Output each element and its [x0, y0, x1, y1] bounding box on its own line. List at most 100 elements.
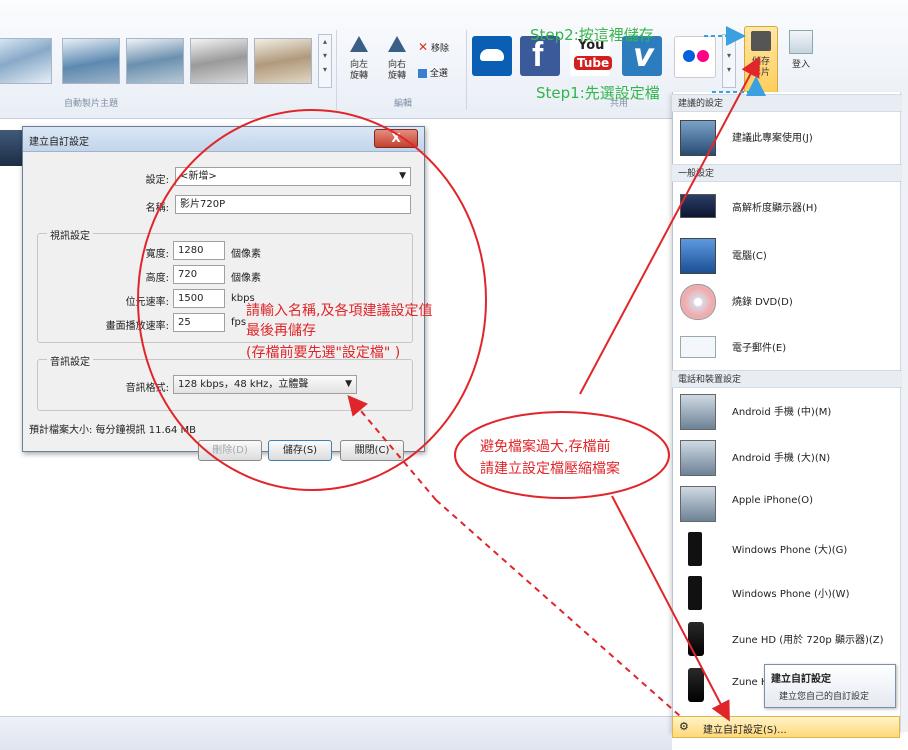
fps-unit: fps: [231, 317, 247, 328]
rotate-left-button[interactable]: 向左 旋轉: [344, 36, 374, 92]
annotation-step1: Step1:先選設定檔: [536, 84, 660, 102]
film-icon: [680, 120, 716, 156]
menu-header-devices: 電話和裝置設定: [672, 370, 902, 388]
user-icon: [789, 30, 813, 54]
tooltip-title: 建立自訂設定: [771, 674, 831, 685]
theme-thumbnail[interactable]: [62, 38, 120, 84]
remove-button[interactable]: ✕ 移除: [418, 40, 464, 54]
delete-button[interactable]: 刪除(D): [198, 440, 262, 461]
tooltip-description: 建立您自己的自訂設定: [779, 692, 870, 702]
menu-item-label: 建議此專案使用(J): [732, 133, 813, 144]
menu-item-label: 電腦(C): [732, 251, 767, 262]
close-icon[interactable]: X: [374, 129, 418, 148]
rotate-left-label: 向左 旋轉: [349, 60, 368, 81]
theme-thumbnail[interactable]: [0, 38, 52, 84]
menu-item-label: Windows Phone (大)(G): [732, 545, 848, 556]
theme-thumbnail[interactable]: [254, 38, 312, 84]
width-unit: 個像素: [231, 249, 261, 260]
menu-item-label: Apple iPhone(O): [732, 495, 814, 506]
youtube-icon-bottom: Tube: [574, 56, 613, 70]
flickr-button[interactable]: [674, 36, 716, 78]
setting-value: <新增>: [180, 171, 217, 182]
gallery-scroll[interactable]: ▴ ▾ ▾: [318, 34, 332, 88]
menu-item-label: Zune HD (用於 720p 顯示器)(Z): [732, 635, 884, 646]
menu-item-label: 電子郵件(E): [732, 343, 787, 354]
windows-phone-icon: [688, 576, 702, 610]
menu-item-burn-dvd[interactable]: 燒錄 DVD(D): [680, 280, 900, 322]
gear-icon: ⚙: [679, 720, 689, 733]
menu-header-recommended: 建議的設定: [672, 94, 902, 112]
setting-label: 設定:: [145, 175, 169, 186]
phone-camera-icon: [680, 486, 716, 522]
dialog-title: 建立自訂設定: [29, 137, 89, 148]
storyboard-thumbnail: [0, 130, 22, 166]
custom-setting-dialog: 建立自訂設定 X 設定: <新增> ▼ 名稱: 影片720P 視訊設定 寬度: …: [22, 126, 425, 452]
menu-item-android-medium[interactable]: Android 手機 (中)(M): [680, 390, 900, 432]
menu-item-windows-phone-large[interactable]: Windows Phone (大)(G): [680, 528, 900, 570]
menu-item-computer[interactable]: 電腦(C): [680, 234, 900, 276]
select-all-button[interactable]: 全選: [418, 66, 464, 80]
annotation-bottom-note-1: 避免檔案過大,存檔前: [480, 439, 611, 455]
menu-item-label: Zune H: [732, 677, 769, 688]
flickr-icon: [683, 50, 695, 62]
annotation-dialog-note-2: 最後再儲存: [246, 323, 316, 339]
name-label: 名稱:: [145, 203, 169, 214]
close-button[interactable]: 關閉(C): [340, 440, 404, 461]
dvd-icon: [680, 284, 716, 320]
zune-icon: [688, 622, 704, 656]
menu-item-zune-hd[interactable]: Zune HD (用於 720p 顯示器)(Z): [680, 618, 900, 660]
menu-item-label: 燒錄 DVD(D): [732, 297, 793, 308]
group-label-edit: 編輯: [394, 99, 413, 109]
height-input[interactable]: 720: [173, 265, 225, 284]
annotation-bottom-note-2: 請建立設定檔壓縮檔案: [480, 461, 620, 477]
film-save-icon: [751, 31, 771, 51]
annotation-dialog-note-3: (存檔前要先選"設定檔" ): [246, 345, 401, 361]
fps-input[interactable]: 25: [173, 313, 225, 332]
bitrate-input[interactable]: 1500: [173, 289, 225, 308]
setting-select[interactable]: <新增> ▼: [175, 167, 411, 186]
share-scroll[interactable]: ▴ ▾ ▾: [722, 34, 736, 88]
fps-label: 畫面播放速率:: [105, 321, 169, 332]
menu-item-hd-display[interactable]: 高解析度顯示器(H): [680, 186, 900, 228]
group-label-themes: 自動製片主題: [64, 99, 119, 109]
menu-item-recommended[interactable]: 建議此專案使用(J): [680, 116, 900, 158]
menu-item-label: Android 手機 (中)(M): [732, 407, 832, 418]
phone-camera-icon: [680, 440, 716, 476]
rotate-right-icon: [388, 36, 406, 52]
annotation-dialog-note-1: 請輸入名稱,及各項建議設定值: [246, 303, 433, 319]
menu-item-email[interactable]: 電子郵件(E): [680, 326, 900, 368]
theme-thumbnail[interactable]: [126, 38, 184, 84]
rotate-right-button[interactable]: 向右 旋轉: [382, 36, 412, 92]
name-input[interactable]: 影片720P: [175, 195, 411, 214]
menu-item-iphone[interactable]: Apple iPhone(O): [680, 482, 900, 524]
save-movie-button[interactable]: 儲存 影片: [744, 26, 778, 94]
windows-phone-icon: [688, 532, 702, 566]
audio-format-select[interactable]: 128 kbps，48 kHz，立體聲 ▼: [173, 375, 357, 394]
rotate-left-icon: [350, 36, 368, 52]
estimated-file-size: 預計檔案大小: 每分鐘視訊 11.64 MB: [29, 425, 197, 436]
status-bar: [0, 716, 672, 750]
signin-button[interactable]: 登入: [786, 30, 816, 86]
audio-format-value: 128 kbps，48 kHz，立體聲: [178, 379, 309, 390]
audio-format-label: 音訊格式:: [125, 383, 169, 394]
menu-item-windows-phone-small[interactable]: Windows Phone (小)(W): [680, 572, 900, 614]
menu-item-android-large[interactable]: Android 手機 (大)(N): [680, 436, 900, 478]
rotate-right-label: 向右 旋轉: [387, 60, 406, 81]
theme-thumbnail[interactable]: [190, 38, 248, 84]
onedrive-button[interactable]: [472, 36, 512, 76]
tooltip: 建立自訂設定 建立您自己的自訂設定: [764, 664, 896, 708]
bitrate-label: 位元速率:: [125, 297, 169, 308]
annotation-arrow-dashed-2: [435, 499, 681, 717]
cloud-icon: [480, 49, 504, 61]
email-icon: [680, 336, 716, 358]
save-button[interactable]: 儲存(S): [268, 440, 332, 461]
menu-item-label: Windows Phone (小)(W): [732, 589, 850, 600]
menu-scrollbar[interactable]: [900, 92, 908, 732]
theme-gallery: ▴ ▾ ▾ 自動製片主題: [0, 0, 340, 118]
signin-label: 登入: [791, 60, 810, 70]
menu-header-general: 一般設定: [672, 164, 902, 182]
dialog-titlebar: 建立自訂設定 X: [23, 127, 424, 152]
video-settings-legend: 視訊設定: [47, 227, 93, 242]
menu-item-create-custom[interactable]: ⚙ 建立自訂設定(S)...: [672, 716, 900, 738]
width-input[interactable]: 1280: [173, 241, 225, 260]
